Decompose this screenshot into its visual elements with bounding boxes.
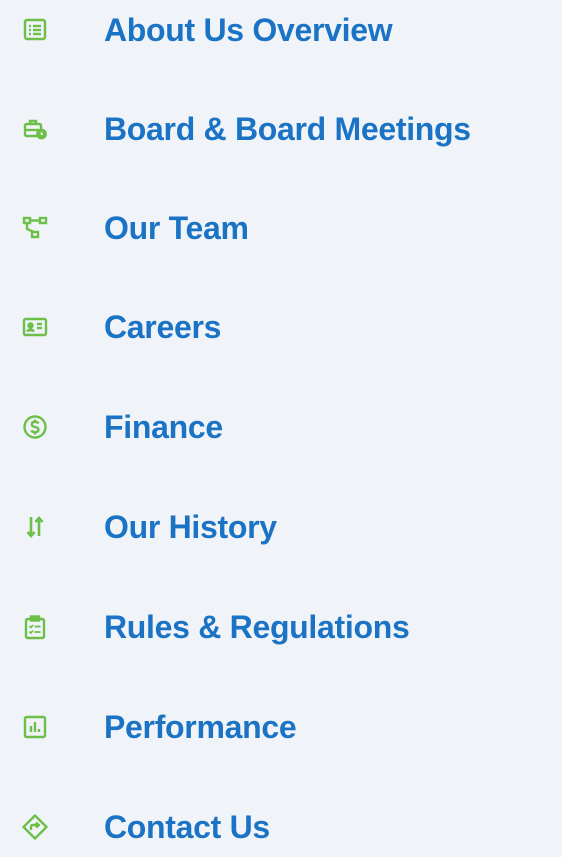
nav-label-careers: Careers (104, 308, 222, 345)
dollar-circle-icon (22, 414, 48, 440)
nav-item-performance[interactable]: Performance (0, 697, 562, 757)
org-chart-icon (22, 215, 48, 241)
clipboard-list-icon (22, 614, 48, 640)
nav-item-our-history[interactable]: Our History (0, 497, 562, 557)
nav-item-contact-us[interactable]: Contact Us (0, 797, 562, 857)
list-icon (22, 17, 48, 43)
nav-label-board-meetings: Board & Board Meetings (104, 110, 471, 147)
briefcase-clock-icon (22, 116, 48, 142)
nav-item-board-meetings[interactable]: Board & Board Meetings (0, 99, 562, 159)
nav-label-our-history: Our History (104, 508, 277, 545)
nav-item-rules-regulations[interactable]: Rules & Regulations (0, 597, 562, 657)
nav-item-finance[interactable]: Finance (0, 397, 562, 457)
sort-arrows-icon (22, 514, 48, 540)
about-nav-menu: About Us Overview Board & Board Meetings (0, 0, 562, 845)
nav-label-rules-regulations: Rules & Regulations (104, 608, 410, 645)
nav-item-careers[interactable]: Careers (0, 297, 562, 357)
nav-label-contact-us: Contact Us (104, 808, 270, 845)
bar-chart-icon (22, 714, 48, 740)
nav-label-about-us-overview: About Us Overview (104, 11, 393, 48)
nav-item-about-us-overview[interactable]: About Us Overview (0, 0, 562, 60)
nav-label-finance: Finance (104, 408, 223, 445)
nav-label-performance: Performance (104, 708, 297, 745)
id-card-icon (22, 314, 48, 340)
nav-label-our-team: Our Team (104, 209, 249, 246)
directions-icon (22, 814, 48, 840)
nav-item-our-team[interactable]: Our Team (0, 198, 562, 258)
